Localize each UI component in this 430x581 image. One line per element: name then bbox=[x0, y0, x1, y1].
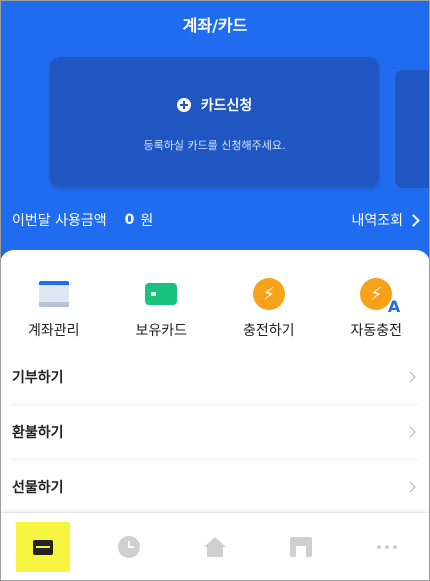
card-apply-card[interactable]: 카드신청 등록하실 카드를 신청해주세요. bbox=[50, 57, 379, 187]
chevron-right-icon bbox=[404, 371, 416, 383]
menu-item-refund[interactable]: 환불하기 bbox=[12, 405, 418, 460]
usage-amount: 0 bbox=[124, 212, 135, 228]
quick-action-label: 계좌관리 bbox=[27, 323, 80, 339]
wallet-icon bbox=[33, 539, 53, 555]
nav-home[interactable] bbox=[188, 522, 242, 572]
menu-item-label: 기부하기 bbox=[12, 370, 64, 386]
usage-unit: 원 bbox=[140, 213, 154, 229]
home-icon bbox=[204, 537, 226, 557]
next-card-peek[interactable] bbox=[395, 70, 430, 188]
card-apply-label: 카드신청 bbox=[200, 98, 253, 114]
card-apply-subtitle: 등록하실 카드를 신청해주세요. bbox=[143, 139, 286, 152]
quick-action-label: 보유카드 bbox=[135, 323, 188, 339]
history-label: 내역조회 bbox=[351, 213, 403, 229]
nav-wallet[interactable] bbox=[16, 522, 70, 572]
more-icon bbox=[377, 545, 397, 549]
top-header-area: 계좌/카드 카드신청 등록하실 카드를 신청해주세요. 이번달 사용금액 0 원… bbox=[0, 0, 430, 270]
menu-list: 기부하기 환불하기 선물하기 bbox=[12, 350, 418, 514]
card-apply-row: 카드신청 bbox=[50, 95, 379, 115]
history-link[interactable]: 내역조회 bbox=[351, 210, 420, 230]
usage-label: 이번달 사용금액 bbox=[12, 213, 107, 229]
clock-icon bbox=[118, 536, 140, 558]
chevron-right-icon bbox=[404, 481, 416, 493]
store-icon bbox=[290, 537, 312, 557]
auto-charge-icon: ⚡ A bbox=[360, 278, 400, 316]
bottom-nav bbox=[0, 512, 430, 581]
chevron-right-icon bbox=[407, 213, 420, 227]
menu-item-label: 환불하기 bbox=[12, 425, 64, 441]
quick-action-label: 충전하기 bbox=[242, 323, 295, 339]
account-wallet-icon bbox=[38, 281, 69, 307]
nav-more[interactable] bbox=[360, 522, 414, 572]
auto-charge-badge: A bbox=[387, 297, 401, 316]
quick-action-cards[interactable]: 보유카드 bbox=[116, 276, 206, 340]
menu-item-donate[interactable]: 기부하기 bbox=[12, 350, 418, 405]
quick-action-account[interactable]: 계좌관리 bbox=[9, 276, 99, 340]
quick-action-auto-charge[interactable]: ⚡ A 자동충전 bbox=[331, 276, 421, 340]
plus-circle-icon bbox=[176, 98, 191, 112]
monthly-usage-row: 이번달 사용금액 0 원 내역조회 bbox=[12, 210, 420, 230]
quick-action-charge[interactable]: ⚡ 충전하기 bbox=[224, 276, 314, 340]
quick-actions: 계좌관리 보유카드 ⚡ 충전하기 ⚡ A 자동충전 bbox=[0, 276, 430, 340]
card-icon bbox=[143, 283, 178, 309]
chevron-right-icon bbox=[404, 426, 416, 438]
nav-store[interactable] bbox=[274, 522, 328, 572]
menu-item-label: 선물하기 bbox=[12, 480, 64, 496]
nav-history[interactable] bbox=[102, 522, 156, 572]
page-title: 계좌/카드 bbox=[182, 16, 248, 35]
menu-item-gift[interactable]: 선물하기 bbox=[12, 460, 418, 514]
charge-bolt-icon: ⚡ bbox=[252, 278, 285, 310]
quick-action-label: 자동충전 bbox=[350, 323, 403, 339]
